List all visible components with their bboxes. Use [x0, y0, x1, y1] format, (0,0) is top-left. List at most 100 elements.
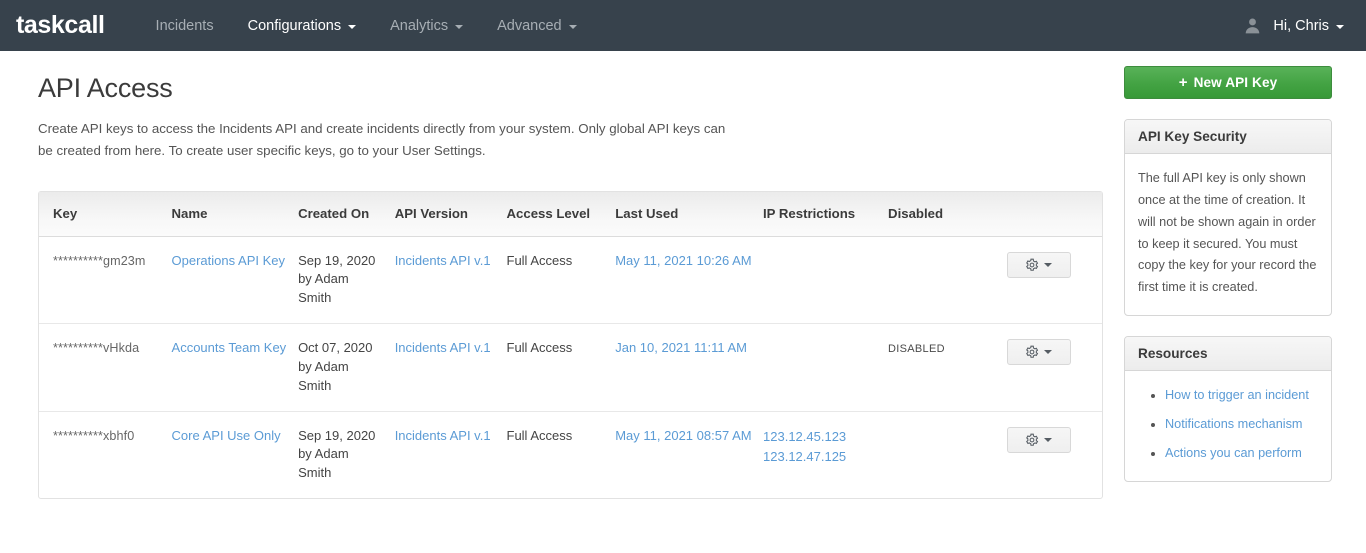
api-version-link[interactable]: Incidents API v.1: [395, 340, 491, 355]
cell-actions: [999, 236, 1102, 324]
api-key-name-link[interactable]: Accounts Team Key: [172, 340, 287, 355]
api-keys-table: Key Name Created On API Version Access L…: [39, 192, 1102, 499]
gear-icon: [1026, 433, 1039, 446]
cell-api-version: Incidents API v.1: [394, 410, 507, 499]
cell-api-version: Incidents API v.1: [394, 323, 507, 412]
cell-name: Core API Use Only: [171, 410, 299, 499]
panel-body-text: The full API key is only shown once at t…: [1138, 171, 1317, 295]
cell-actions: [998, 410, 1102, 499]
column-header-name: Name: [171, 192, 299, 237]
nav-item-label: Advanced: [497, 17, 562, 34]
nav-item-configurations[interactable]: Configurations: [231, 0, 374, 51]
api-keys-table-container: Key Name Created On API Version Access L…: [38, 191, 1103, 500]
chevron-down-icon: [1044, 350, 1053, 355]
last-used-link[interactable]: May 11, 2021 10:26 AM: [615, 253, 751, 268]
status-badge: DISABLED: [888, 343, 945, 356]
nav-item-label: Incidents: [155, 17, 214, 34]
list-item: Actions you can perform: [1165, 443, 1318, 465]
row-actions-button[interactable]: [1006, 251, 1071, 278]
ip-restriction-link[interactable]: 123.12.47.125: [763, 447, 878, 467]
brand-logo[interactable]: taskcall: [16, 13, 105, 38]
table-row: **********gm23m Operations API Key Sep 1…: [39, 236, 1102, 324]
cell-disabled: DISABLED: [888, 323, 999, 412]
resource-link-trigger-incident[interactable]: How to trigger an incident: [1165, 388, 1309, 402]
row-actions-button[interactable]: [1006, 339, 1071, 366]
chevron-down-icon: [348, 24, 357, 29]
cell-access-level: Full Access: [506, 252, 573, 268]
cell-name: Operations API Key: [172, 236, 299, 324]
cell-last-used: Jan 10, 2021 11:11 AM: [615, 323, 764, 412]
column-header-access-level: Access Level: [506, 192, 616, 237]
cell-last-used: May 11, 2021 10:26 AM: [615, 236, 763, 324]
column-header-ip-restrictions: IP Restrictions: [763, 192, 889, 237]
page-description: Create API keys to access the Incidents …: [38, 121, 726, 158]
table-row: **********vHkda Accounts Team Key Oct 07…: [39, 323, 1102, 412]
cell-disabled: [888, 410, 999, 499]
resource-link-actions-you-can-perform[interactable]: Actions you can perform: [1165, 446, 1302, 460]
cell-ip-restrictions: [763, 236, 888, 324]
resources-panel: Resources How to trigger an incident Not…: [1124, 336, 1332, 482]
user-avatar-icon: [1246, 18, 1260, 34]
nav-item-analytics[interactable]: Analytics: [373, 0, 480, 51]
cell-created-on: Sep 19, 2020 by Adam Smith: [298, 252, 376, 306]
gear-icon: [1026, 345, 1039, 358]
cell-disabled: [888, 236, 999, 324]
row-actions-button[interactable]: [1006, 426, 1071, 453]
api-key-name-link[interactable]: Operations API Key: [172, 253, 285, 268]
table-body: **********gm23m Operations API Key Sep 1…: [39, 236, 1102, 499]
cell-actions: [998, 323, 1102, 412]
cell-name: Accounts Team Key: [171, 323, 299, 412]
api-version-link[interactable]: Incidents API v.1: [395, 428, 491, 443]
cell-created-on: Sep 19, 2020 by Adam Smith: [298, 410, 395, 499]
column-header-disabled: Disabled: [888, 192, 999, 237]
last-used-link[interactable]: Jan 10, 2021 11:11 AM: [615, 340, 747, 355]
main-content: API Access Create API keys to access the…: [0, 51, 1103, 500]
chevron-down-icon: [1336, 24, 1344, 29]
api-version-link[interactable]: Incidents API v.1: [395, 253, 491, 268]
column-header-actions: [998, 192, 1102, 237]
top-navbar: taskcall Incidents Configurations Analyt…: [0, 0, 1366, 51]
gear-icon: [1026, 258, 1039, 271]
cell-key: **********vHkda: [39, 323, 172, 412]
table-header: Key Name Created On API Version Access L…: [39, 192, 1102, 237]
api-key-name-link[interactable]: Core API Use Only: [172, 428, 281, 443]
cell-key: **********gm23m: [39, 236, 172, 324]
cell-access-level: Full Access: [506, 323, 616, 412]
nav-item-incidents[interactable]: Incidents: [139, 0, 231, 51]
key-mask-value: **********xbhf0: [53, 428, 135, 443]
panel-body-links: How to trigger an incident Notifications…: [1125, 371, 1331, 481]
cell-last-used: May 11, 2021 08:57 AM: [615, 410, 764, 499]
column-header-last-used: Last Used: [615, 192, 764, 237]
list-item: Notifications mechanism: [1165, 414, 1318, 436]
resource-link-notifications-mechanism[interactable]: Notifications mechanism: [1165, 417, 1303, 431]
column-header-key: Key: [39, 192, 172, 237]
new-api-key-button[interactable]: + New API Key: [1124, 66, 1332, 99]
table-header-row: Key Name Created On API Version Access L…: [39, 192, 1102, 237]
nav-item-advanced[interactable]: Advanced: [480, 0, 594, 51]
cell-access-level: Full Access: [506, 410, 616, 499]
new-api-key-label: New API Key: [1193, 75, 1278, 90]
cell-ip-restrictions: [763, 323, 889, 412]
key-mask-value: **********gm23m: [53, 253, 146, 268]
panel-title: Resources: [1125, 337, 1331, 372]
chevron-down-icon: [568, 24, 577, 29]
right-sidebar: + New API Key API Key Security The full …: [1124, 66, 1336, 482]
api-key-security-panel: API Key Security The full API key is onl…: [1124, 119, 1332, 317]
chevron-down-icon: [455, 24, 464, 29]
plus-icon: +: [1178, 74, 1188, 91]
page-body: API Access Create API keys to access the…: [0, 51, 1366, 500]
list-item: How to trigger an incident: [1165, 385, 1318, 407]
nav-menu: Incidents Configurations Analytics Advan…: [139, 0, 594, 51]
user-menu[interactable]: Hi, Chris: [1243, 16, 1344, 35]
nav-item-label: Configurations: [247, 17, 342, 34]
ip-restriction-link[interactable]: 123.12.45.123: [763, 427, 878, 447]
key-mask-value: **********vHkda: [53, 341, 140, 356]
cell-key: **********xbhf0: [39, 410, 172, 499]
cell-created-on: Oct 07, 2020 by Adam Smith: [298, 323, 395, 412]
user-greeting: Hi, Chris: [1273, 17, 1329, 34]
column-header-api-version: API Version: [394, 192, 507, 237]
last-used-link[interactable]: May 11, 2021 08:57 AM: [615, 428, 751, 443]
page-title: API Access: [38, 73, 173, 103]
column-header-created-on: Created On: [298, 192, 395, 237]
cell-ip-restrictions: 123.12.45.123 123.12.47.125: [763, 410, 889, 499]
